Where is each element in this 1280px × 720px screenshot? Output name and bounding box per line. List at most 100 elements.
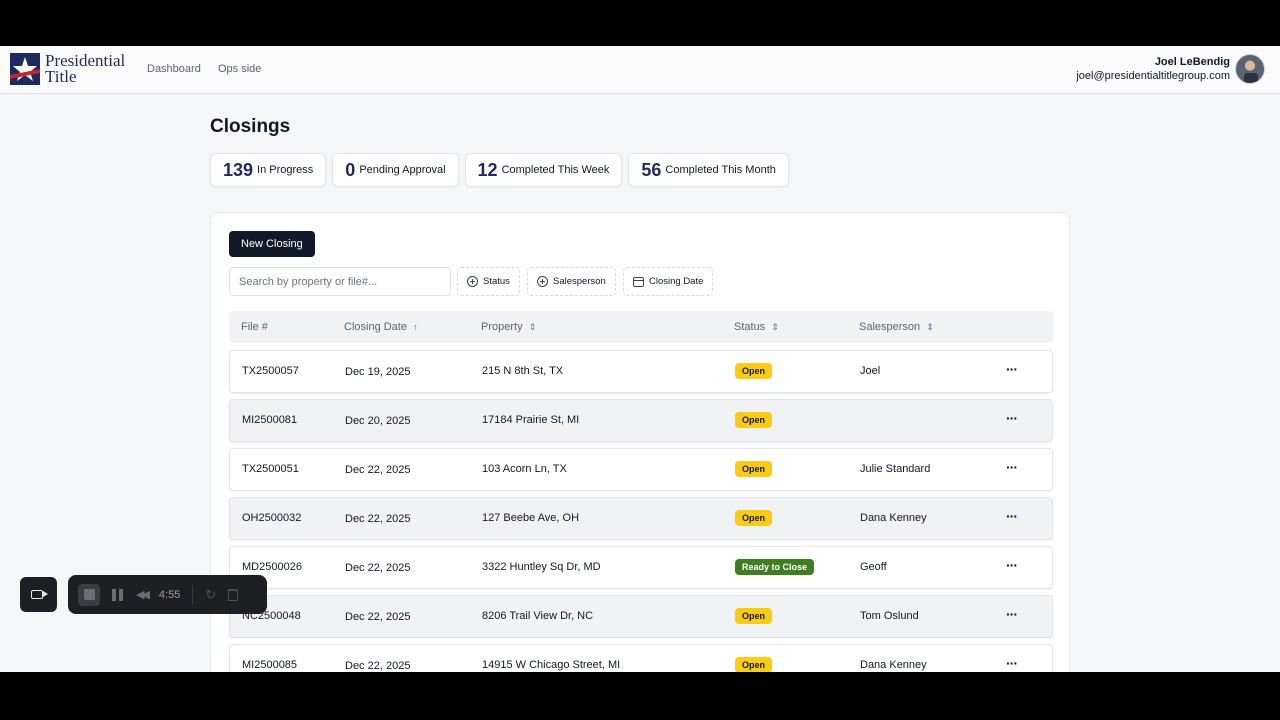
sort-ascending-icon: ↑	[412, 322, 418, 332]
plus-circle-icon	[467, 276, 478, 287]
more-actions-icon[interactable]: ···	[1006, 410, 1018, 426]
closing-date: Dec 22, 2025	[345, 611, 411, 623]
status-badge: Open	[735, 657, 773, 672]
more-actions-icon[interactable]: ···	[1006, 557, 1018, 573]
stat-label: Completed This Week	[501, 164, 610, 176]
filter-label: Salesperson	[553, 276, 606, 287]
property: 14915 W Chicago Street, MI	[482, 659, 621, 671]
salesperson: Dana Kenney	[860, 659, 927, 671]
file-number: TX2500051	[242, 463, 299, 475]
status-filter-button[interactable]: Status	[457, 267, 520, 296]
table-row[interactable]: TX2500051 Dec 22, 2025 103 Acorn Ln, TX …	[229, 448, 1053, 491]
property: 3322 Huntley Sq Dr, MD	[482, 561, 601, 573]
nav-dashboard-link[interactable]: Dashboard	[147, 63, 201, 75]
table-row[interactable]: MI2500081 Dec 20, 2025 17184 Prairie St,…	[229, 399, 1053, 442]
status-cell: Open	[735, 363, 773, 379]
file-number: TX2500057	[242, 365, 299, 377]
closing-date-filter-button[interactable]: Closing Date	[623, 267, 714, 296]
stop-icon[interactable]	[78, 583, 100, 606]
more-actions-icon[interactable]: ···	[1006, 655, 1018, 671]
salesperson: Dana Kenney	[860, 512, 927, 524]
plus-circle-icon	[537, 276, 548, 287]
user-email: joel@presidentialtitlegroup.com	[1076, 70, 1230, 82]
brand-name: Presidential Title	[45, 52, 125, 85]
video-camera-icon	[30, 590, 48, 599]
stat-label: In Progress	[257, 164, 314, 176]
header-file[interactable]: File #	[241, 321, 268, 333]
stat-in-progress: 139 In Progress	[210, 153, 327, 187]
nav-ops-link[interactable]: Ops side	[218, 63, 261, 75]
file-number: MD2500026	[242, 561, 302, 573]
stat-value: 139	[223, 159, 254, 180]
calendar-icon	[633, 276, 644, 287]
status-cell: Open	[735, 461, 773, 477]
stat-completed-month: 56 Completed This Month	[628, 153, 789, 187]
salesperson: Geoff	[860, 561, 887, 573]
header-label: Closing Date	[344, 321, 407, 333]
search-input[interactable]	[229, 267, 451, 296]
header-label: Property	[481, 321, 523, 333]
sort-icon: ⇕	[926, 321, 934, 332]
avatar[interactable]	[1235, 54, 1265, 84]
stat-pending-approval: 0 Pending Approval	[332, 153, 459, 187]
header-label: Status	[734, 321, 766, 333]
brand-logo[interactable]: Presidential Title	[10, 52, 125, 85]
stat-completed-week: 12 Completed This Week	[464, 153, 623, 187]
stats-row: 139 In Progress 0 Pending Approval 12 Co…	[210, 153, 789, 187]
header-property[interactable]: Property ⇕	[481, 321, 536, 333]
recording-controls: ◀◀ 4:55 ↻	[68, 575, 267, 614]
header-label: Salesperson	[859, 321, 921, 333]
status-badge: Open	[735, 412, 773, 428]
header-closing-date[interactable]: Closing Date ↑	[344, 321, 417, 333]
stat-value: 12	[477, 159, 498, 180]
more-actions-icon[interactable]: ···	[1006, 361, 1018, 377]
property: 215 N 8th St, TX	[482, 365, 564, 377]
camera-toggle-button[interactable]	[20, 577, 57, 612]
more-actions-icon[interactable]: ···	[1006, 606, 1018, 622]
property: 103 Acorn Ln, TX	[482, 463, 567, 475]
star-logo-icon	[10, 53, 40, 85]
closing-date: Dec 22, 2025	[345, 660, 411, 672]
stat-label: Completed This Month	[665, 164, 776, 176]
header-label: File #	[241, 321, 268, 333]
status-cell: Open	[735, 657, 773, 672]
closing-date: Dec 20, 2025	[345, 415, 411, 427]
salesperson: Tom Oslund	[860, 610, 919, 622]
salesperson: Joel	[860, 365, 881, 377]
property: 8206 Trail View Dr, NC	[482, 610, 594, 622]
new-closing-button[interactable]: New Closing	[229, 231, 315, 257]
file-number: OH2500032	[242, 512, 302, 524]
stat-label: Pending Approval	[359, 164, 446, 176]
table-row[interactable]: NC2500048 Dec 22, 2025 8206 Trail View D…	[229, 595, 1053, 638]
pause-icon[interactable]	[112, 589, 124, 601]
restart-icon[interactable]: ↻	[205, 587, 216, 603]
property: 127 Beebe Ave, OH	[482, 512, 580, 524]
filter-label: Closing Date	[649, 276, 704, 287]
table-row[interactable]: MD2500026 Dec 22, 2025 3322 Huntley Sq D…	[229, 546, 1053, 589]
rewind-icon[interactable]: ◀◀	[136, 588, 150, 601]
user-info: Joel LeBendig joel@presidentialtitlegrou…	[1076, 56, 1230, 82]
sort-icon: ⇕	[771, 321, 779, 332]
closing-date: Dec 22, 2025	[345, 464, 411, 476]
divider	[192, 584, 194, 605]
table-row[interactable]: OH2500032 Dec 22, 2025 127 Beebe Ave, OH…	[229, 497, 1053, 540]
table-row[interactable]: TX2500057 Dec 19, 2025 215 N 8th St, TX …	[229, 350, 1053, 393]
table-row[interactable]: MI2500085 Dec 22, 2025 14915 W Chicago S…	[229, 644, 1053, 672]
file-number: MI2500085	[242, 659, 298, 671]
filter-label: Status	[483, 276, 510, 287]
status-badge: Open	[735, 461, 773, 477]
trash-icon[interactable]	[228, 588, 239, 601]
salesperson-filter-button[interactable]: Salesperson	[527, 267, 616, 296]
status-badge: Open	[735, 608, 773, 624]
closings-card: New Closing Status Salesperson Closing D…	[210, 212, 1070, 672]
property: 17184 Prairie St, MI	[482, 414, 580, 426]
stat-value: 0	[345, 159, 356, 180]
closing-date: Dec 19, 2025	[345, 366, 411, 378]
more-actions-icon[interactable]: ···	[1006, 508, 1018, 524]
header-status[interactable]: Status ⇕	[734, 321, 779, 333]
header-salesperson[interactable]: Salesperson ⇕	[859, 321, 934, 333]
more-actions-icon[interactable]: ···	[1006, 459, 1018, 475]
stat-value: 56	[641, 159, 662, 180]
status-cell: Ready to Close	[735, 559, 815, 575]
status-badge: Ready to Close	[735, 559, 815, 575]
